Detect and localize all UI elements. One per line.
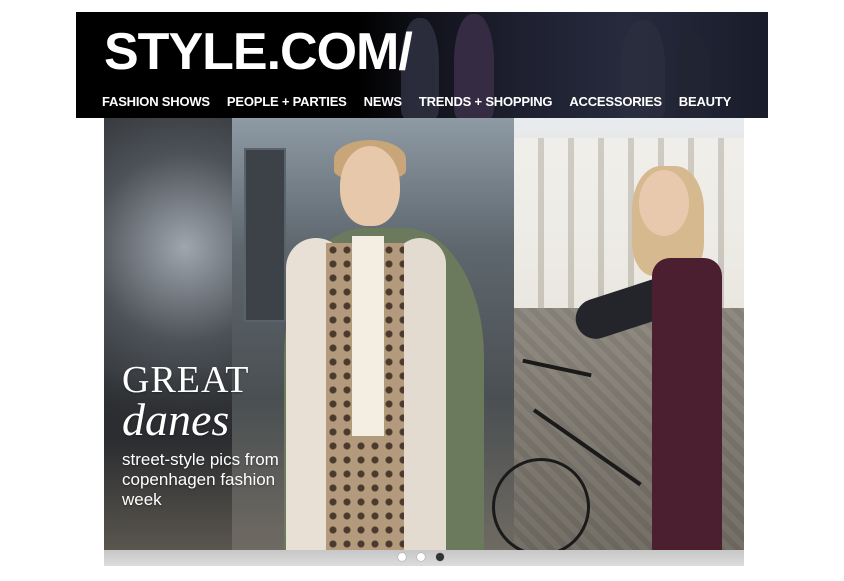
carousel-dot-2[interactable]	[417, 553, 425, 561]
hero-carousel[interactable]: GREAT danes street-style pics from copen…	[104, 118, 744, 550]
nav-trends-shopping[interactable]: TRENDS + SHOPPING	[419, 94, 553, 109]
site-header: STYLE.COM/ FASHION SHOWS PEOPLE + PARTIE…	[76, 12, 768, 118]
carousel-pagination	[398, 553, 444, 561]
nav-beauty[interactable]: BEAUTY	[679, 94, 731, 109]
site-logo[interactable]: STYLE.COM/	[104, 26, 413, 78]
hero-headline-danes: danes	[122, 394, 230, 445]
photo-figure-coat	[652, 258, 722, 550]
main-nav: FASHION SHOWS PEOPLE + PARTIES NEWS TREN…	[102, 94, 731, 109]
nav-fashion-shows[interactable]: FASHION SHOWS	[102, 94, 210, 109]
photo-sweater	[352, 236, 384, 436]
hero-caption: street-style pics from copenhagen fashio…	[122, 450, 279, 509]
hero-headline-block[interactable]: GREAT danes street-style pics from copen…	[122, 360, 292, 510]
nav-people-parties[interactable]: PEOPLE + PARTIES	[227, 94, 347, 109]
carousel-dot-3[interactable]	[436, 553, 444, 561]
nav-accessories[interactable]: ACCESSORIES	[569, 94, 662, 109]
photo-door	[244, 148, 286, 322]
photo-figure-head	[340, 146, 400, 226]
carousel-dot-1[interactable]	[398, 553, 406, 561]
photo-bicycle-wheel	[492, 458, 590, 550]
nav-news[interactable]: NEWS	[364, 94, 402, 109]
photo-figure-head	[639, 170, 689, 236]
